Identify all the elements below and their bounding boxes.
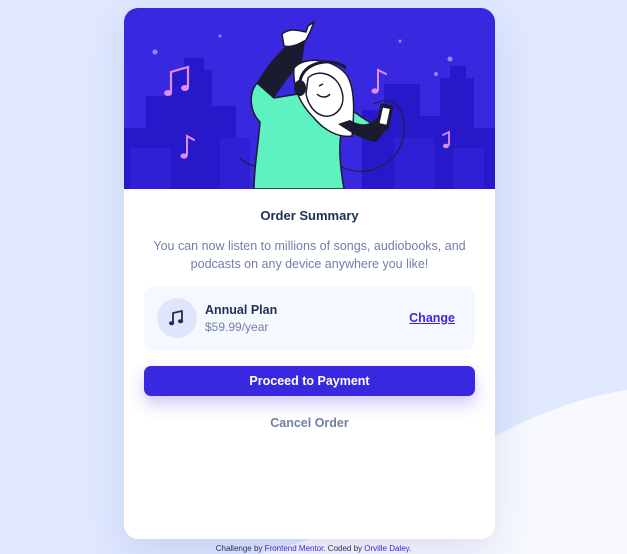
- frontend-mentor-link[interactable]: Frontend Mentor: [265, 544, 324, 553]
- plan-summary: Annual Plan $59.99/year Change: [144, 286, 475, 350]
- hero-illustration: [124, 8, 495, 189]
- attribution: Challenge by Frontend Mentor. Coded by O…: [0, 544, 627, 553]
- attribution-middle: . Coded by: [323, 544, 363, 553]
- plan-price: $59.99/year: [205, 320, 269, 334]
- attribution-prefix: Challenge by: [215, 544, 263, 553]
- cancel-order-button[interactable]: Cancel Order: [124, 416, 495, 430]
- plan-name: Annual Plan: [205, 303, 278, 317]
- change-plan-link[interactable]: Change: [409, 311, 455, 325]
- author-link[interactable]: Orville Daley: [364, 544, 409, 553]
- music-note-icon: [157, 298, 197, 338]
- proceed-to-payment-button[interactable]: Proceed to Payment: [144, 366, 475, 396]
- order-summary-card: Order Summary You can now listen to mill…: [124, 8, 495, 539]
- card-description: You can now listen to millions of songs,…: [153, 239, 466, 271]
- attribution-suffix: .: [409, 544, 412, 553]
- card-title: Order Summary: [260, 208, 359, 223]
